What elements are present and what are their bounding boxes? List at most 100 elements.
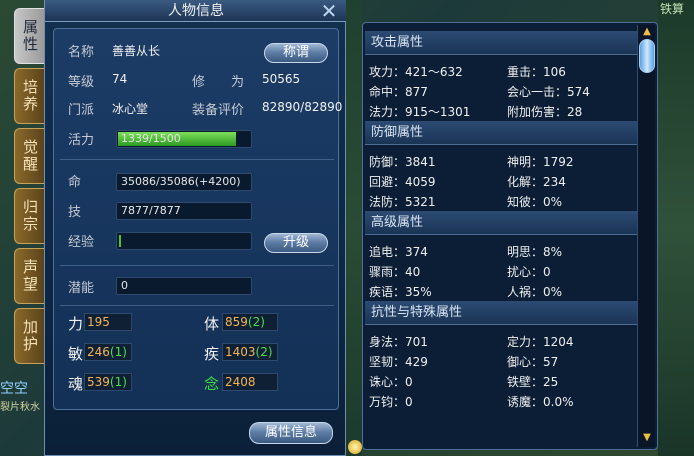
tab-attributes[interactable]: 属性 <box>14 8 44 64</box>
attribute-info-button[interactable]: 属性信息 <box>249 422 333 444</box>
attr-magic-power: 法力：915～1301 <box>369 105 471 119</box>
name-value: 善善从长 <box>112 44 161 58</box>
attr-accuracy: 命中：877 <box>369 85 428 99</box>
attr-heavy-hit: 重击：106 <box>507 65 566 79</box>
resist-section-header: 抗性与特殊属性 <box>365 301 637 325</box>
hp-value: 35086/35086(+4200) <box>121 175 241 188</box>
stat-base-strength: 195 <box>87 315 110 329</box>
level-value: 74 <box>112 72 128 86</box>
attribute-list: 攻击属性 攻力：421～632 重击：106 命中：877 会心一击：574 法… <box>365 25 637 447</box>
attr-sudden-rain: 骤雨：40 <box>369 265 421 279</box>
cultivation-label: 修 为 <box>192 75 245 90</box>
side-chat-text: 裂片秋水 <box>0 402 40 413</box>
name-label: 名称 <box>68 45 95 60</box>
attr-chase-lightning: 追电：374 <box>369 245 428 259</box>
attr-guard-mind: 御心：57 <box>507 355 559 369</box>
stat-base-mind: 2408 <box>225 375 256 389</box>
potential-value: 0 <box>121 279 128 292</box>
tab-awaken[interactable]: 觉醒 <box>14 128 44 184</box>
attr-magic-defense: 法防：5321 <box>369 195 436 209</box>
upgrade-button[interactable]: 升级 <box>264 233 328 253</box>
attr-iron-wall: 铁壁：25 <box>507 375 559 389</box>
attr-attack-power: 攻力：421～632 <box>369 65 463 79</box>
equip-rating-value: 82890/82890 <box>262 100 343 114</box>
attr-willpower: 定力：1204 <box>507 335 574 349</box>
attr-know-enemy: 知彼：0% <box>507 195 563 209</box>
skill-points-label: 技 <box>68 205 82 220</box>
stat-base-soul: 539 <box>87 375 110 389</box>
attack-section-header: 攻击属性 <box>365 31 637 55</box>
tab-cultivate[interactable]: 培养 <box>14 68 44 124</box>
tab-reputation-label: 声望 <box>21 259 39 293</box>
attribute-detail-panel: 攻击属性 攻力：421～632 重击：106 命中：877 会心一击：574 法… <box>362 22 658 450</box>
attribute-scrollbar[interactable]: ▲ ▼ <box>637 25 655 447</box>
advanced-section-header: 高级属性 <box>365 211 637 235</box>
background-text: 铁算 <box>660 2 685 16</box>
attr-divine: 神明：1792 <box>507 155 574 169</box>
attr-clear-thought: 明思：8% <box>507 245 563 259</box>
orb-icon[interactable] <box>348 440 362 454</box>
stat-base-agility: 246 <box>87 345 110 359</box>
stat-value-strength: 195 <box>84 313 132 331</box>
stat-bonus-agility: (1) <box>109 345 127 359</box>
stat-bonus-speed: (2) <box>255 345 273 359</box>
stat-bonus-soul: (1) <box>109 375 127 389</box>
close-icon[interactable]: ✕ <box>319 1 339 21</box>
divider <box>60 159 334 160</box>
tab-cultivate-label: 培养 <box>21 79 39 113</box>
potential-label: 潜能 <box>68 281 95 296</box>
potential-field: 0 <box>116 277 252 295</box>
side-tab-bar: 属性 培养 觉醒 归宗 声望 加护 空空 裂片秋水 <box>0 0 44 456</box>
stat-label-constitution: 体 <box>204 315 220 333</box>
stat-label-speed: 疾 <box>204 345 220 363</box>
background-strip <box>658 0 694 456</box>
attr-great-force: 万钧：0 <box>369 395 413 409</box>
skill-points-field: 7877/7877 <box>116 202 252 220</box>
hp-label: 命 <box>68 175 82 190</box>
tab-awaken-label: 觉醒 <box>21 139 39 173</box>
vitality-bar: 1339/1500 <box>116 130 252 148</box>
divider <box>60 305 334 306</box>
stat-label-soul: 魂 <box>68 375 84 393</box>
attr-critical: 会心一击：574 <box>507 85 590 99</box>
character-info-panel: 人物信息 ✕ 名称 善善从长 称谓 等级 74 修 为 50565 门派 冰心堂… <box>44 0 347 456</box>
stat-base-speed: 1403 <box>225 345 256 359</box>
attr-lure-demon: 诱魔：0.0% <box>507 395 574 409</box>
character-info-body: 名称 善善从长 称谓 等级 74 修 为 50565 门派 冰心堂 装备评价 8… <box>53 28 343 410</box>
hp-field: 35086/35086(+4200) <box>116 173 252 191</box>
attr-toughness: 坚韧：429 <box>369 355 428 369</box>
attr-swift-speech: 疾语：35% <box>369 285 432 299</box>
stat-value-mind: 2408 <box>222 373 278 391</box>
vitality-value: 1339/1500 <box>121 132 181 145</box>
tab-protection-label: 加护 <box>21 319 39 353</box>
tab-return-sect-label: 归宗 <box>21 199 39 233</box>
faction-label: 门派 <box>68 103 95 118</box>
faction-value: 冰心堂 <box>112 102 149 116</box>
stat-label-agility: 敏 <box>68 345 84 363</box>
tab-protection[interactable]: 加护 <box>14 308 44 364</box>
divider <box>60 265 334 266</box>
tab-attributes-label: 属性 <box>21 19 39 53</box>
tab-reputation[interactable]: 声望 <box>14 248 44 304</box>
scroll-down-icon[interactable]: ▼ <box>641 433 653 443</box>
stat-label-mind: 念 <box>204 375 220 393</box>
scroll-up-icon[interactable]: ▲ <box>641 27 653 37</box>
side-player-name: 空空 <box>0 381 28 397</box>
skill-points-value: 7877/7877 <box>121 204 181 217</box>
stat-value-constitution: 859(2) <box>222 313 278 331</box>
stat-base-constitution: 859 <box>225 315 248 329</box>
panel-title: 人物信息 <box>45 0 347 22</box>
scroll-thumb[interactable] <box>639 39 655 73</box>
level-label: 等级 <box>68 75 95 90</box>
attr-disturb-mind: 扰心：0 <box>507 265 551 279</box>
tab-return-sect[interactable]: 归宗 <box>14 188 44 244</box>
title-button[interactable]: 称谓 <box>264 43 328 63</box>
experience-bar <box>116 232 252 250</box>
experience-label: 经验 <box>68 235 95 250</box>
stat-bonus-constitution: (2) <box>247 315 265 329</box>
background-strip <box>346 0 362 456</box>
cultivation-value: 50565 <box>262 72 301 86</box>
attr-dissolve: 化解：234 <box>507 175 566 189</box>
attr-punish-mind: 诛心：0 <box>369 375 413 389</box>
attr-agility-skill: 身法：701 <box>369 335 428 349</box>
